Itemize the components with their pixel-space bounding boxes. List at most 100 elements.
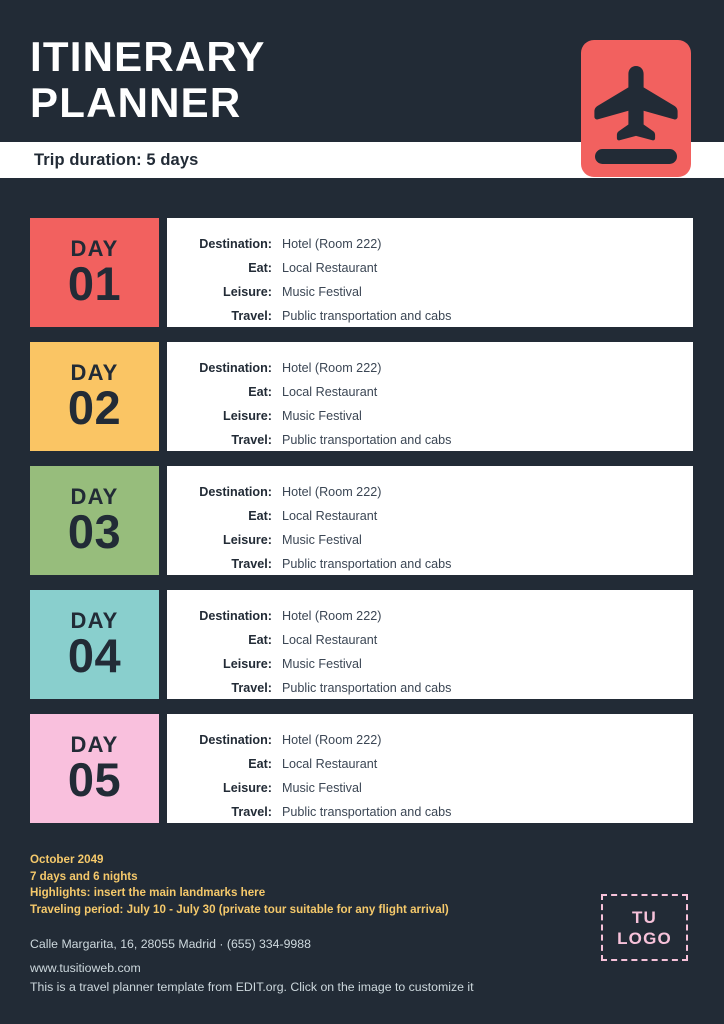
- detail-label-leisure: Leisure:: [223, 657, 272, 671]
- detail-label-destination: Destination:: [199, 361, 272, 375]
- detail-label-destination: Destination:: [199, 733, 272, 747]
- trip-note-highlights: Highlights: insert the main landmarks he…: [30, 886, 266, 900]
- detail-eat: Eat: Local Restaurant: [167, 256, 693, 280]
- detail-value-eat[interactable]: Local Restaurant: [282, 261, 377, 275]
- day-badge-03[interactable]: DAY 03: [30, 466, 159, 575]
- day-number: 02: [67, 380, 122, 434]
- detail-destination: Destination: Hotel (Room 222): [167, 232, 693, 256]
- detail-label-travel: Travel:: [231, 681, 272, 695]
- footer: October 2049 7 days and 6 nights Highlig…: [0, 848, 724, 1024]
- logo-line-1: TU: [631, 907, 658, 927]
- day-row[interactable]: DAY 02 Destination: Hotel (Room 222) Eat…: [0, 342, 724, 451]
- detail-value-leisure[interactable]: Music Festival: [282, 533, 362, 547]
- detail-value-destination[interactable]: Hotel (Room 222): [282, 361, 381, 375]
- day-row[interactable]: DAY 05 Destination: Hotel (Room 222) Eat…: [0, 714, 724, 823]
- detail-eat: Eat: Local Restaurant: [167, 504, 693, 528]
- detail-label-destination: Destination:: [199, 237, 272, 251]
- detail-value-leisure[interactable]: Music Festival: [282, 781, 362, 795]
- contact-block: Calle Margarita, 16, 28055 Madrid · (655…: [30, 932, 570, 980]
- day-details-panel[interactable]: Destination: Hotel (Room 222) Eat: Local…: [167, 342, 693, 451]
- page-title: ITINERARY PLANNER: [30, 34, 450, 126]
- detail-label-destination: Destination:: [199, 485, 272, 499]
- detail-value-eat[interactable]: Local Restaurant: [282, 633, 377, 647]
- detail-label-leisure: Leisure:: [223, 533, 272, 547]
- detail-value-destination[interactable]: Hotel (Room 222): [282, 609, 381, 623]
- day-details-panel[interactable]: Destination: Hotel (Room 222) Eat: Local…: [167, 590, 693, 699]
- day-rows-list: DAY 01 Destination: Hotel (Room 222) Eat…: [0, 218, 724, 838]
- detail-label-travel: Travel:: [231, 309, 272, 323]
- detail-label-travel: Travel:: [231, 805, 272, 819]
- day-row[interactable]: DAY 03 Destination: Hotel (Room 222) Eat…: [0, 466, 724, 575]
- day-row[interactable]: DAY 01 Destination: Hotel (Room 222) Eat…: [0, 218, 724, 327]
- detail-eat: Eat: Local Restaurant: [167, 752, 693, 776]
- detail-value-eat[interactable]: Local Restaurant: [282, 509, 377, 523]
- detail-value-leisure[interactable]: Music Festival: [282, 409, 362, 423]
- day-number: 05: [67, 752, 122, 806]
- header: ITINERARY PLANNER Trip duration: 5 days: [0, 0, 724, 190]
- detail-leisure: Leisure: Music Festival: [167, 776, 693, 800]
- detail-value-travel[interactable]: Public transportation and cabs: [282, 557, 451, 571]
- detail-destination: Destination: Hotel (Room 222): [167, 728, 693, 752]
- detail-leisure: Leisure: Music Festival: [167, 404, 693, 428]
- detail-destination: Destination: Hotel (Room 222): [167, 604, 693, 628]
- detail-label-eat: Eat:: [248, 261, 272, 275]
- detail-value-destination[interactable]: Hotel (Room 222): [282, 237, 381, 251]
- detail-value-destination[interactable]: Hotel (Room 222): [282, 733, 381, 747]
- detail-travel: Travel: Public transportation and cabs: [167, 304, 693, 328]
- detail-leisure: Leisure: Music Festival: [167, 280, 693, 304]
- day-row[interactable]: DAY 04 Destination: Hotel (Room 222) Eat…: [0, 590, 724, 699]
- trip-duration-text: Trip duration: 5 days: [34, 151, 199, 169]
- detail-eat: Eat: Local Restaurant: [167, 628, 693, 652]
- detail-travel: Travel: Public transportation and cabs: [167, 552, 693, 576]
- detail-label-leisure: Leisure:: [223, 285, 272, 299]
- detail-value-eat[interactable]: Local Restaurant: [282, 385, 377, 399]
- detail-label-eat: Eat:: [248, 633, 272, 647]
- detail-value-leisure[interactable]: Music Festival: [282, 285, 362, 299]
- day-details-panel[interactable]: Destination: Hotel (Room 222) Eat: Local…: [167, 714, 693, 823]
- detail-label-eat: Eat:: [248, 385, 272, 399]
- detail-label-eat: Eat:: [248, 757, 272, 771]
- template-disclaimer: This is a travel planner template from E…: [30, 980, 474, 994]
- detail-label-leisure: Leisure:: [223, 409, 272, 423]
- detail-value-travel[interactable]: Public transportation and cabs: [282, 433, 451, 447]
- logo-placeholder[interactable]: TU LOGO: [601, 894, 688, 961]
- logo-line-2: LOGO: [617, 928, 672, 948]
- detail-destination: Destination: Hotel (Room 222): [167, 356, 693, 380]
- detail-leisure: Leisure: Music Festival: [167, 652, 693, 676]
- detail-leisure: Leisure: Music Festival: [167, 528, 693, 552]
- itinerary-planner-page: ITINERARY PLANNER Trip duration: 5 days …: [0, 0, 724, 1024]
- day-details-panel[interactable]: Destination: Hotel (Room 222) Eat: Local…: [167, 466, 693, 575]
- day-number: 04: [67, 628, 122, 682]
- day-number: 01: [67, 256, 122, 310]
- day-badge-01[interactable]: DAY 01: [30, 218, 159, 327]
- detail-value-destination[interactable]: Hotel (Room 222): [282, 485, 381, 499]
- detail-label-leisure: Leisure:: [223, 781, 272, 795]
- detail-value-travel[interactable]: Public transportation and cabs: [282, 681, 451, 695]
- detail-label-travel: Travel:: [231, 433, 272, 447]
- detail-travel: Travel: Public transportation and cabs: [167, 428, 693, 452]
- trip-notes-block: October 2049 7 days and 6 nights Highlig…: [30, 852, 570, 918]
- contact-website[interactable]: www.tusitioweb.com: [30, 956, 570, 980]
- detail-destination: Destination: Hotel (Room 222): [167, 480, 693, 504]
- detail-travel: Travel: Public transportation and cabs: [167, 800, 693, 824]
- day-badge-04[interactable]: DAY 04: [30, 590, 159, 699]
- detail-label-destination: Destination:: [199, 609, 272, 623]
- contact-address: Calle Margarita, 16, 28055 Madrid · (655…: [30, 937, 311, 951]
- day-number: 03: [67, 504, 122, 558]
- day-badge-05[interactable]: DAY 05: [30, 714, 159, 823]
- detail-label-travel: Travel:: [231, 557, 272, 571]
- day-badge-02[interactable]: DAY 02: [30, 342, 159, 451]
- title-line-2: PLANNER: [30, 79, 242, 126]
- title-line-1: ITINERARY: [30, 33, 266, 80]
- passport-plane-icon: [581, 40, 691, 177]
- day-details-panel[interactable]: Destination: Hotel (Room 222) Eat: Local…: [167, 218, 693, 327]
- detail-label-eat: Eat:: [248, 509, 272, 523]
- detail-value-leisure[interactable]: Music Festival: [282, 657, 362, 671]
- detail-eat: Eat: Local Restaurant: [167, 380, 693, 404]
- detail-value-eat[interactable]: Local Restaurant: [282, 757, 377, 771]
- detail-travel: Travel: Public transportation and cabs: [167, 676, 693, 700]
- trip-note-period: Traveling period: July 10 - July 30 (pri…: [30, 902, 449, 916]
- detail-value-travel[interactable]: Public transportation and cabs: [282, 309, 451, 323]
- trip-note-month: October 2049: [30, 853, 104, 866]
- detail-value-travel[interactable]: Public transportation and cabs: [282, 805, 451, 819]
